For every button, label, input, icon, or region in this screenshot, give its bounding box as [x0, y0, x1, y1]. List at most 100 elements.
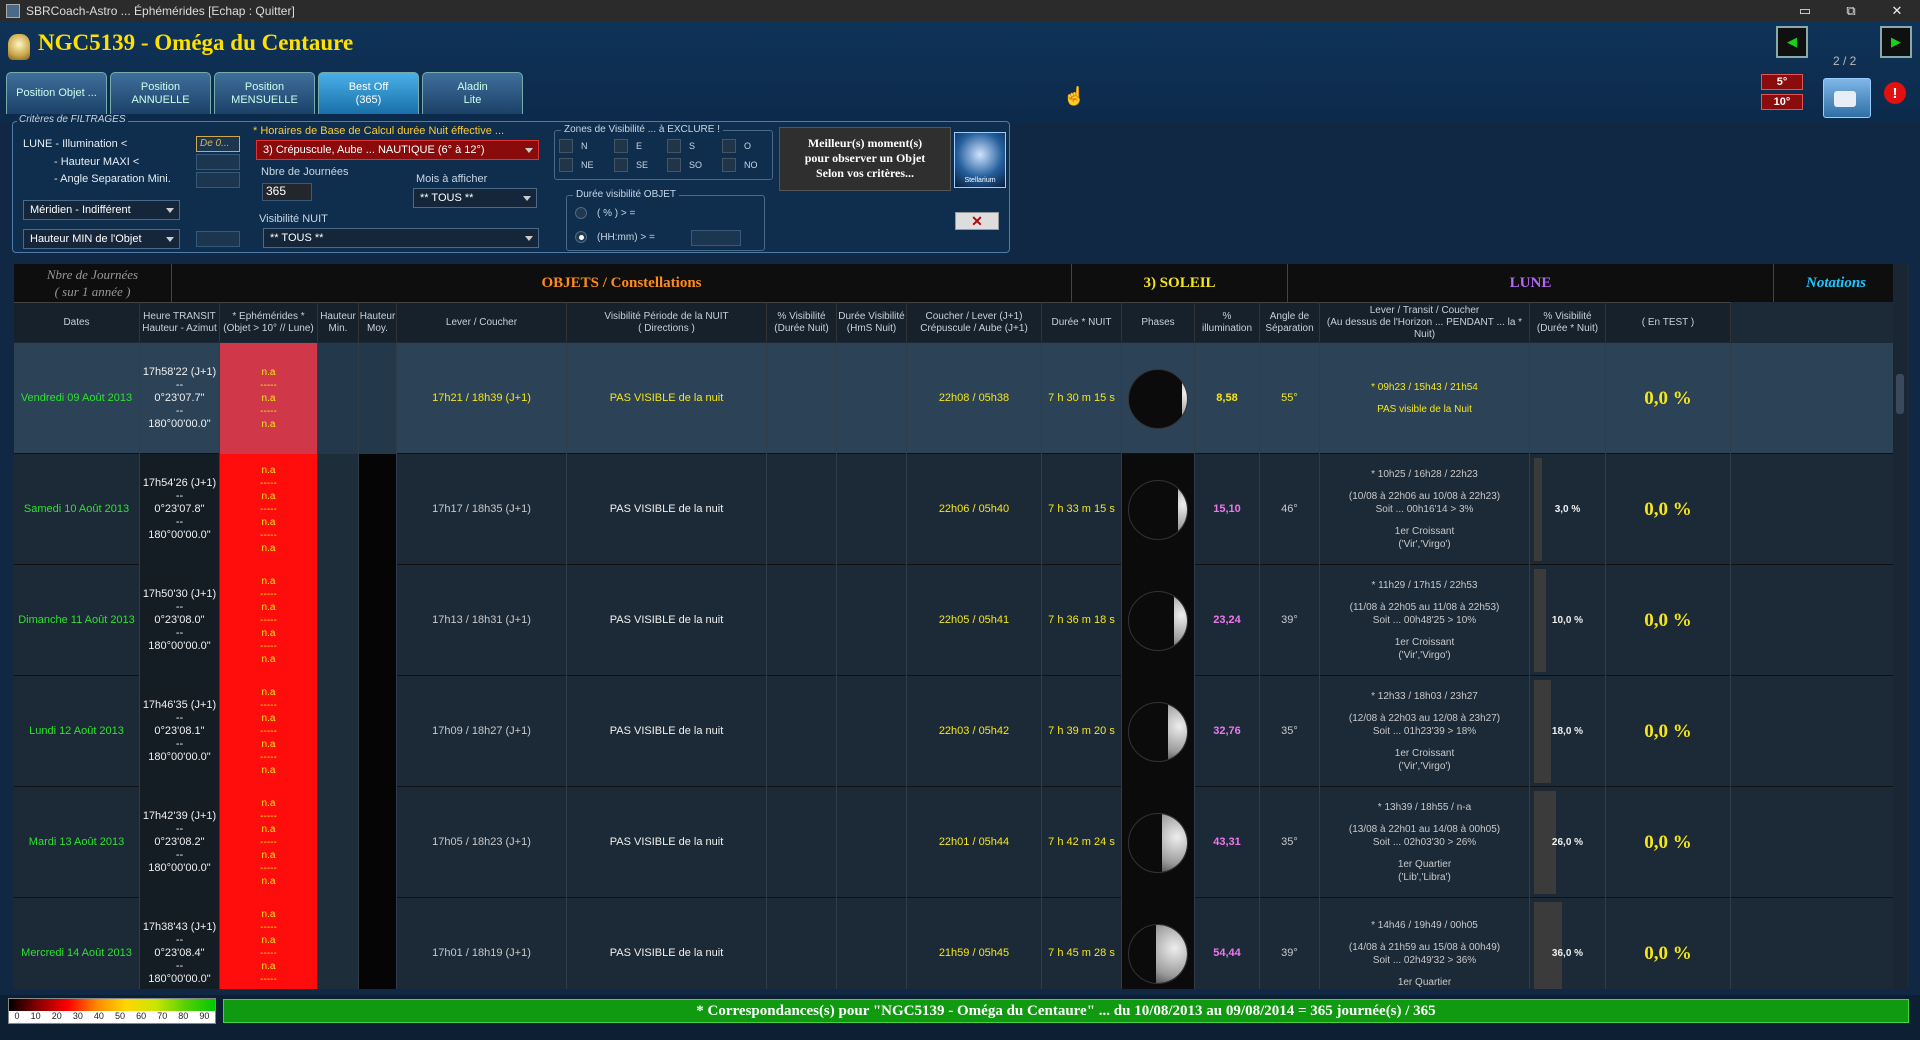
row-ephem-line: n.a: [261, 935, 276, 946]
column-header[interactable]: Coucher / Lever (J+1) Crépuscule / Aube …: [907, 302, 1042, 342]
tab-2[interactable]: Position MENSUELLE: [214, 72, 315, 114]
zone-e-checkbox[interactable]: [614, 139, 628, 153]
angle-sep-label: - Angle Separation Mini.: [54, 173, 171, 185]
row-lever-coucher: 17h17 / 18h35 (J+1): [432, 503, 531, 515]
column-header[interactable]: Dates: [14, 302, 140, 342]
table-row[interactable]: Lundi 12 Août 2013 17h46'35 (J+1) -- 0°23'0…: [14, 676, 1894, 787]
zone-so-checkbox[interactable]: [667, 158, 681, 172]
table-row[interactable]: Samedi 10 Août 2013 17h54'26 (J+1) -- 0°23'…: [14, 454, 1894, 565]
tab-1[interactable]: Position ANNUELLE: [110, 72, 211, 114]
column-header[interactable]: Angle de Séparation: [1260, 302, 1320, 342]
column-header[interactable]: Hauteur Moy.: [359, 302, 397, 342]
row-ephem-line: -----: [260, 752, 277, 763]
row-transit-line: --: [175, 601, 184, 613]
row-transit-line: --: [175, 934, 184, 946]
tab-4[interactable]: Aladin Lite: [422, 72, 523, 114]
table-row[interactable]: Dimanche 11 Août 2013 17h50'30 (J+1) -- 0°2…: [14, 565, 1894, 676]
zone-o-checkbox[interactable]: [722, 139, 736, 153]
mois-select[interactable]: ** TOUS **: [413, 188, 537, 208]
restore-button[interactable]: ⧉: [1828, 0, 1874, 22]
deg-10-button[interactable]: 10°: [1761, 94, 1803, 110]
scrollbar-thumb[interactable]: [1896, 374, 1904, 414]
table-row[interactable]: Mercredi 14 Août 2013 17h38'43 (J+1) -- 0°2…: [14, 898, 1894, 989]
row-lune-line: * 12h33 / 18h03 / 23h27: [1371, 691, 1478, 702]
group-journees: Nbre de Journées ( sur 1 année ): [14, 264, 172, 302]
row-visibilite: PAS VISIBLE de la nuit: [609, 503, 724, 515]
row-visibilite: PAS VISIBLE de la nuit: [609, 836, 724, 848]
row-ephem-line: -----: [260, 700, 277, 711]
next-page-button[interactable]: ▶: [1880, 26, 1912, 58]
zone-no-checkbox[interactable]: [722, 158, 736, 172]
zone-s-checkbox[interactable]: [667, 139, 681, 153]
hauteur-min-select[interactable]: Hauteur MIN de l'Objet: [23, 229, 180, 249]
vertical-scrollbar[interactable]: [1893, 264, 1907, 989]
column-header[interactable]: Durée * NUIT: [1042, 302, 1122, 342]
row-lune-line: [1349, 814, 1500, 823]
column-header[interactable]: ( En TEST ): [1606, 302, 1731, 342]
column-header[interactable]: Durée Visibilité (HmS Nuit): [837, 302, 907, 342]
visibilite-select[interactable]: ** TOUS **: [263, 228, 539, 248]
angle-sep-input[interactable]: [196, 172, 240, 188]
row-ephem: n.a ----- n.a ----- n.a ----- n.a: [260, 575, 277, 666]
row-angle: 55°: [1281, 392, 1298, 404]
row-ephem-line: n.a: [261, 739, 276, 750]
column-header[interactable]: % illumination: [1195, 302, 1260, 342]
clear-filters-button[interactable]: ✕: [955, 212, 999, 230]
duree-hhmm-radio[interactable]: [575, 231, 587, 243]
table-row[interactable]: Vendredi 09 Août 2013 17h58'22 (J+1) -- 0°2…: [14, 343, 1894, 454]
row-illum: 43,31: [1213, 836, 1241, 848]
row-date: Dimanche 11 Août 2013: [18, 614, 135, 626]
row-transit: 17h54'26 (J+1) -- 0°23'07.8" -- 180°00'00.0": [143, 477, 216, 542]
column-header[interactable]: Phases: [1122, 302, 1195, 342]
row-angle: 46°: [1281, 503, 1298, 515]
stellarium-button[interactable]: Stellarium: [954, 132, 1006, 188]
column-header[interactable]: Lever / Coucher: [397, 302, 567, 342]
tab-0[interactable]: Position Objet ...: [6, 72, 107, 114]
meridien-select[interactable]: Méridien - Indifférent: [23, 200, 180, 220]
hauteur-maxi-input[interactable]: [196, 154, 240, 170]
hauteur-min-input[interactable]: [196, 231, 240, 247]
lune-illum-label: LUNE - Illumination <: [23, 138, 128, 150]
table-row[interactable]: Mardi 13 Août 2013 17h42'39 (J+1) -- 0°23'0…: [14, 787, 1894, 898]
camera-icon[interactable]: [1823, 78, 1871, 118]
zone-se-checkbox[interactable]: [614, 158, 628, 172]
row-lune: * 14h46 / 19h49 / 00h05 (14/08 à 21h59 au…: [1349, 919, 1500, 989]
row-ephem-line: n.a: [261, 367, 276, 378]
color-scale-tick: 50: [115, 1011, 126, 1021]
window-controls: ▭ ⧉ ✕: [1782, 0, 1920, 22]
column-header[interactable]: Heure TRANSIT Hauteur - Azimut: [140, 302, 220, 342]
best-moments-button[interactable]: Meilleur(s) moment(s) pour observer un O…: [779, 127, 951, 191]
row-lune-line: * 11h29 / 17h15 / 22h53: [1371, 580, 1478, 591]
row-ephem-line: -----: [260, 615, 277, 626]
nbre-journees-input[interactable]: 365: [262, 183, 312, 201]
mois-label: Mois à afficher: [416, 173, 488, 185]
duree-hhmm-input[interactable]: [691, 230, 741, 246]
group-soleil: 3) SOLEIL: [1072, 264, 1288, 302]
row-duree-nuit: 7 h 45 m 28 s: [1048, 947, 1115, 959]
row-ephem-line: -----: [260, 948, 277, 959]
prev-page-button[interactable]: ◀: [1776, 26, 1808, 58]
row-transit-line: --: [175, 627, 184, 639]
row-ephem-line: n.a: [261, 850, 276, 861]
duree-pct-radio[interactable]: [575, 207, 587, 219]
column-header[interactable]: Hauteur Min.: [318, 302, 359, 342]
horaires-select[interactable]: 3) Crépuscule, Aube ... NAUTIQUE (6° à 1…: [256, 140, 539, 160]
tab-3[interactable]: Best Off (365): [318, 72, 419, 114]
alert-icon[interactable]: !: [1884, 82, 1906, 104]
tab-label: Aladin: [457, 80, 488, 93]
row-ephem-line: n.a: [261, 713, 276, 724]
close-window-button[interactable]: ✕: [1874, 0, 1920, 22]
zone-n-checkbox[interactable]: [559, 139, 573, 153]
deg-5-button[interactable]: 5°: [1761, 74, 1803, 90]
tab-label: Position: [140, 80, 181, 93]
column-header[interactable]: * Ephémérides * (Objet > 10° // Lune): [220, 302, 318, 342]
column-header[interactable]: Lever / Transit / Coucher (Au dessus de …: [1320, 302, 1530, 342]
lune-illum-input[interactable]: De 0...: [196, 136, 240, 152]
zone-ne-checkbox[interactable]: [559, 158, 573, 172]
column-header[interactable]: % Visibilité (Durée Nuit): [767, 302, 837, 342]
column-header[interactable]: Visibilité Période de la NUIT ( Directio…: [567, 302, 767, 342]
column-header[interactable]: % Visibilité (Durée * Nuit): [1530, 302, 1606, 342]
minimize-button[interactable]: ▭: [1782, 0, 1828, 22]
award-icon: [8, 34, 30, 60]
row-ephem-line: n.a: [261, 628, 276, 639]
